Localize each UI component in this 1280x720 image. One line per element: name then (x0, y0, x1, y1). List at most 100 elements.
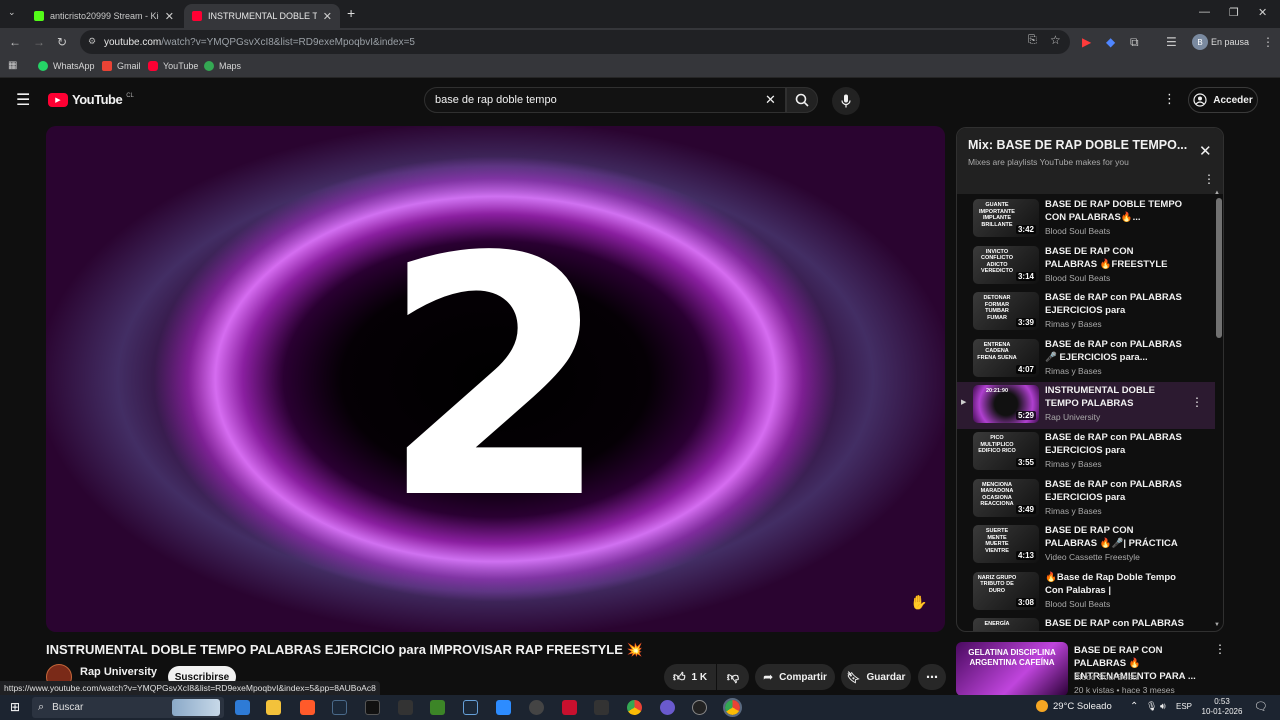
clear-search-icon[interactable]: ✕ (765, 92, 776, 108)
share-button[interactable]: ➦ Compartir (755, 664, 835, 690)
playlist-item[interactable]: MENCIONA MARADONA OCASIONA REACCIONA 3:49… (957, 476, 1215, 523)
windows-start-icon[interactable]: ⊞ (10, 700, 20, 714)
like-button[interactable]: 👍︎ 1 K (664, 664, 716, 690)
playlist-item[interactable]: NARIZ GRUPO TRIBUTO DE DURO 3:08 🔥Base de … (957, 569, 1215, 616)
playlist-item[interactable]: SUERTE MENTE MUERTE VIENTRE 4:13 BASE DE R… (957, 522, 1215, 569)
taskbar-clock[interactable]: 0:53 10-01-2026 (1200, 697, 1244, 717)
playlist-thumbnail[interactable]: PICO MULTIPLICO EDIFICO RICO 3:55 (973, 432, 1039, 470)
notifications-icon[interactable]: 🗨︎ (1254, 700, 1268, 713)
bookmark-star-icon[interactable]: ☆ (1050, 33, 1061, 47)
browser-menu-icon[interactable]: ⋮ (1262, 35, 1274, 49)
playlist-menu-icon[interactable]: ⋮ (1203, 172, 1215, 186)
playlist-thumbnail[interactable]: GUANTE IMPORTANTE IMPLANTE BRILLANTE 3:42 (973, 199, 1039, 237)
close-icon[interactable]: ✕ (165, 10, 174, 23)
search-input[interactable]: base de rap doble tempo ✕ (424, 87, 786, 113)
scroll-down-icon[interactable]: ▼ (1214, 622, 1220, 628)
bookmark-whatsapp[interactable]: WhatsApp (38, 61, 95, 71)
back-arrow-icon[interactable]: ← (9, 35, 21, 49)
address-bar[interactable]: ⚙ youtube.com/watch?v=YMQPGsvXcI8&list=R… (80, 30, 1070, 54)
scroll-up-icon[interactable]: ▲ (1214, 190, 1220, 196)
apps-grid-icon[interactable]: ▦ (8, 60, 17, 71)
youtube-logo[interactable]: ▶ YouTube CL (48, 92, 134, 107)
sign-in-button[interactable]: Acceder (1188, 87, 1258, 113)
recommended-channel[interactable]: Blood Soul Beats (1074, 672, 1139, 682)
restore-icon[interactable]: ❐ (1229, 6, 1239, 19)
tab-youtube[interactable]: INSTRUMENTAL DOBLE TEMPO ✕ (184, 4, 340, 28)
zoom-icon[interactable] (496, 700, 511, 715)
steam-icon[interactable] (332, 700, 347, 715)
playlist-item[interactable]: ENTRENA CADENA FRENA SUENA 4:07 BASE de RA… (957, 336, 1215, 383)
playlist-thumbnail[interactable]: ENERGÍA (973, 618, 1039, 631)
tab-kick[interactable]: anticristo20999 Stream - Kick D ✕ (26, 4, 182, 28)
recommended-video[interactable]: GELATINA DISCIPLINA ARGENTINA CAFEÍNA BA… (956, 640, 1226, 696)
bookmark-gmail[interactable]: Gmail (102, 61, 141, 71)
playlist-thumbnail[interactable]: ENTRENA CADENA FRENA SUENA 4:07 (973, 338, 1039, 377)
red-app-icon[interactable] (562, 700, 577, 715)
playlist-item[interactable]: DETONAR FORMAR TUMBAR FUMAR 3:39 BASE de R… (957, 289, 1215, 336)
recommended-thumbnail[interactable]: GELATINA DISCIPLINA ARGENTINA CAFEÍNA (956, 642, 1068, 696)
playlist-thumbnail[interactable]: MENCIONA MARADONA OCASIONA REACCIONA 3:49 (973, 478, 1039, 517)
playlist-thumbnail[interactable]: 20:21:90 5:29 (973, 385, 1039, 424)
mic-tray-icon[interactable]: 🎙︎ (1146, 701, 1157, 712)
playlist-item[interactable]: ENERGÍA BASE DE RAP con PALABRAS (957, 615, 1215, 631)
chrome-active-icon[interactable] (723, 698, 742, 717)
item-menu-icon[interactable]: ⋮ (1191, 395, 1203, 409)
obs-icon[interactable] (692, 700, 707, 715)
brave-browser-icon[interactable] (300, 700, 315, 715)
channel-name[interactable]: Rap University (80, 666, 157, 678)
playlist-thumbnail[interactable]: NARIZ GRUPO TRIBUTO DE DURO 3:08 (973, 571, 1039, 610)
profile-avatar[interactable]: B (1192, 34, 1208, 50)
hamburger-menu-icon[interactable]: ☰ (16, 90, 30, 110)
status-bar-url: https://www.youtube.com/watch?v=YMQPGsvX… (0, 681, 380, 695)
weather-widget[interactable]: 29°C Soleado (1036, 700, 1112, 712)
minimize-icon[interactable]: — (1199, 6, 1210, 18)
steam-alt-icon[interactable] (463, 700, 478, 715)
profile-status[interactable]: En pausa (1211, 37, 1249, 47)
chrome-icon[interactable] (627, 700, 642, 715)
extension-shield-icon[interactable]: ◆ (1106, 35, 1115, 49)
discord-icon[interactable] (660, 700, 675, 715)
voice-search-button[interactable] (832, 87, 860, 115)
epic-games-icon[interactable] (398, 700, 413, 715)
more-actions-button[interactable]: ⋯ (918, 664, 946, 690)
file-explorer-icon[interactable] (266, 700, 281, 715)
tiktok-icon[interactable] (365, 700, 380, 715)
playlist-thumbnail[interactable]: SUERTE MENTE MUERTE VIENTRE 4:13 (973, 525, 1039, 564)
reload-icon[interactable]: ↻ (57, 35, 67, 49)
volume-tray-icon[interactable]: 🔊︎ (1160, 701, 1166, 712)
bookmark-youtube[interactable]: YouTube (148, 61, 198, 71)
window-close-icon[interactable]: ✕ (1258, 6, 1267, 19)
playlist-item[interactable]: ▶ 20:21:90 5:29 INSTRUMENTAL DOBLE TEMPO PA… (957, 382, 1215, 430)
playlist-title[interactable]: Mix: BASE DE RAP DOBLE TEMPO... (968, 138, 1187, 152)
playlist-thumbnail[interactable]: INVICTO CONFLICTO ADICTO VEREDICTO 3:14 (973, 245, 1039, 284)
epic-alt-icon[interactable] (594, 700, 609, 715)
forward-arrow-icon[interactable]: → (33, 35, 45, 49)
playlist-thumbnail[interactable]: DETONAR FORMAR TUMBAR FUMAR 3:39 (973, 292, 1039, 331)
extensions-puzzle-icon[interactable]: ⧉ (1130, 35, 1139, 50)
bookmark-maps[interactable]: Maps (204, 61, 241, 71)
install-app-icon[interactable]: ⎘ (1028, 34, 1037, 47)
playlist-scrollbar[interactable] (1216, 198, 1222, 338)
close-playlist-icon[interactable]: ✕ (1199, 142, 1212, 160)
new-tab-plus-icon[interactable]: + (347, 5, 355, 21)
video-player[interactable]: 2 ✋ (46, 126, 945, 632)
playlist-item[interactable]: GUANTE IMPORTANTE IMPLANTE BRILLANTE 3:42… (957, 196, 1215, 243)
site-info-icon[interactable]: ⚙ (88, 36, 96, 47)
recommended-menu-icon[interactable]: ⋮ (1214, 642, 1226, 656)
language-indicator[interactable]: ESP (1176, 702, 1192, 711)
settings-more-icon[interactable]: ⋮ (1163, 91, 1176, 107)
extension-youtube-icon[interactable]: ▶ (1082, 35, 1091, 49)
close-icon[interactable]: ✕ (323, 10, 332, 23)
tab-search-icon[interactable]: ⌄ (8, 7, 16, 18)
app-circle-icon[interactable] (529, 700, 544, 715)
save-button[interactable]: 🔖︎ Guardar (841, 664, 911, 690)
search-button[interactable] (786, 87, 818, 113)
tray-chevron-icon[interactable]: ⌃ (1130, 701, 1138, 712)
reading-list-icon[interactable]: ☰ (1166, 35, 1177, 49)
dislike-button[interactable]: 👎︎ (717, 664, 749, 690)
playlist-item[interactable]: INVICTO CONFLICTO ADICTO VEREDICTO 3:14 BA… (957, 243, 1215, 290)
minecraft-icon[interactable] (430, 700, 445, 715)
playlist-item[interactable]: PICO MULTIPLICO EDIFICO RICO 3:55 BASE de … (957, 429, 1215, 476)
copilot-app-icon[interactable] (235, 700, 250, 715)
taskbar-search[interactable]: ⌕ Buscar (32, 697, 224, 718)
